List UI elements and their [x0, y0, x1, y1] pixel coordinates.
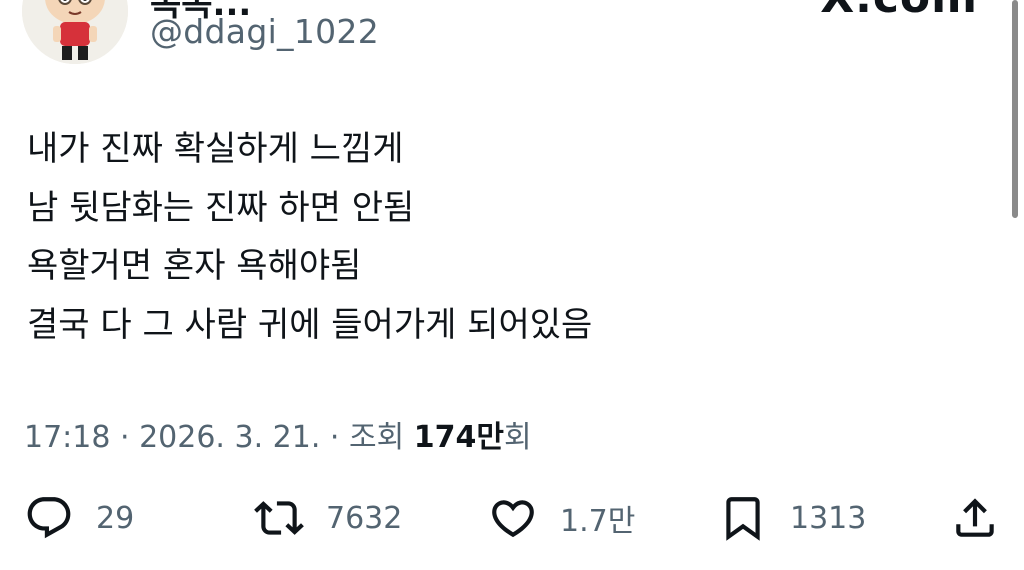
tweet-meta: 17:18 · 2026. 3. 21. · 조회 174만회 — [24, 412, 532, 456]
tweet-line: 결국 다 그 사람 귀에 들어가게 되어있음 — [27, 304, 593, 345]
x-logo: X.com — [820, 0, 978, 23]
tweet-line: 남 뒷담화는 진짜 하면 안됨 — [27, 187, 415, 228]
share-icon — [956, 498, 994, 537]
tweet-date[interactable]: 2026. 3. 21. — [139, 420, 320, 455]
like-button[interactable]: 1.7만 — [488, 488, 635, 548]
views-count: 174만 — [413, 420, 504, 455]
share-button[interactable] — [950, 488, 1000, 548]
bookmark-count: 1313 — [790, 500, 867, 536]
retweet-button[interactable]: 7632 — [254, 488, 402, 548]
scrollbar[interactable] — [1012, 0, 1018, 218]
avatar-image — [22, 0, 128, 64]
tweet-time[interactable]: 17:18 — [24, 420, 110, 455]
tweet-text: 내가 진짜 확실하게 느낌게 남 뒷담화는 진짜 하면 안됨 욕할거면 혼자 욕… — [27, 120, 592, 354]
like-icon — [492, 500, 534, 538]
reply-count: 29 — [96, 500, 135, 536]
user-handle[interactable]: @ddagi_1022 — [150, 12, 379, 51]
reply-button[interactable]: 29 — [24, 488, 134, 548]
avatar[interactable] — [22, 0, 128, 64]
bookmark-icon — [726, 497, 760, 541]
tweet-line: 내가 진짜 확실하게 느낌게 — [27, 129, 404, 169]
views-label-prefix: 조회 — [348, 420, 414, 455]
retweet-icon — [254, 501, 304, 535]
retweet-count: 7632 — [326, 500, 403, 536]
reply-icon — [27, 497, 71, 539]
meta-separator: · — [320, 420, 349, 455]
views-label-suffix: 회 — [503, 420, 532, 455]
action-bar: 29 7632 1.7만 1313 — [0, 488, 1024, 548]
like-count: 1.7만 — [560, 504, 636, 539]
bookmark-button[interactable]: 1313 — [718, 488, 866, 548]
meta-separator: · — [110, 420, 140, 455]
tweet-line: 욕할거면 혼자 욕해야됨 — [27, 246, 362, 286]
